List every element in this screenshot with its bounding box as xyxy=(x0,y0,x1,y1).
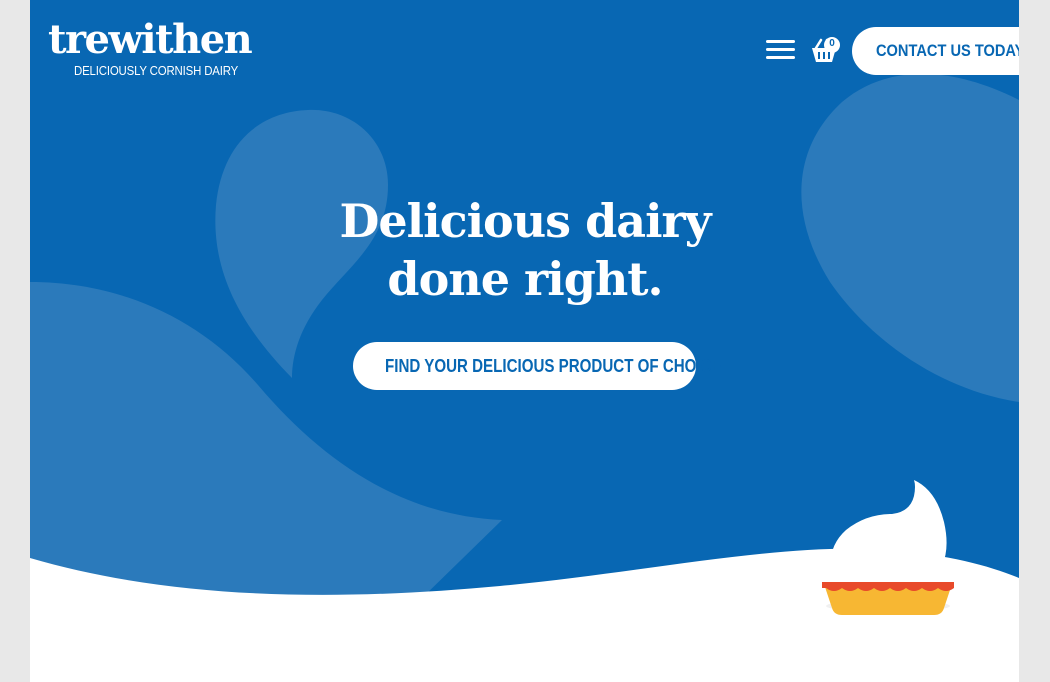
find-product-button[interactable]: FIND YOUR DELICIOUS PRODUCT OF CHOICE xyxy=(353,342,722,390)
menu-bar-bottom xyxy=(766,56,795,59)
brand-logo[interactable]: trewithen DELICIOUSLY CORNISH DAIRY xyxy=(48,16,260,79)
brand-name: trewithen xyxy=(48,16,253,63)
contact-us-label: CONTACT US TODAY xyxy=(876,41,1019,60)
hero-section: trewithen DELICIOUSLY CORNISH DAIRY 0 CO… xyxy=(30,0,1019,682)
brand-tagline: DELICIOUSLY CORNISH DAIRY xyxy=(74,63,239,78)
find-product-label: FIND YOUR DELICIOUS PRODUCT OF CHOICE xyxy=(385,355,722,376)
hamburger-menu-icon[interactable] xyxy=(766,38,796,62)
menu-bar-top xyxy=(766,40,795,43)
cream-topped-pie-icon xyxy=(822,480,954,615)
basket-count: 0 xyxy=(829,38,835,49)
hero-headline-line1: Delicious dairy xyxy=(339,194,711,248)
contact-us-button[interactable]: CONTACT US TODAY xyxy=(852,27,1019,75)
hero-headline: Delicious dairy done right. xyxy=(280,192,770,308)
hero-headline-line2: done right. xyxy=(387,252,663,306)
menu-bar-middle xyxy=(766,48,795,51)
basket-button[interactable]: 0 xyxy=(808,34,842,64)
page: trewithen DELICIOUSLY CORNISH DAIRY 0 CO… xyxy=(30,0,1019,682)
